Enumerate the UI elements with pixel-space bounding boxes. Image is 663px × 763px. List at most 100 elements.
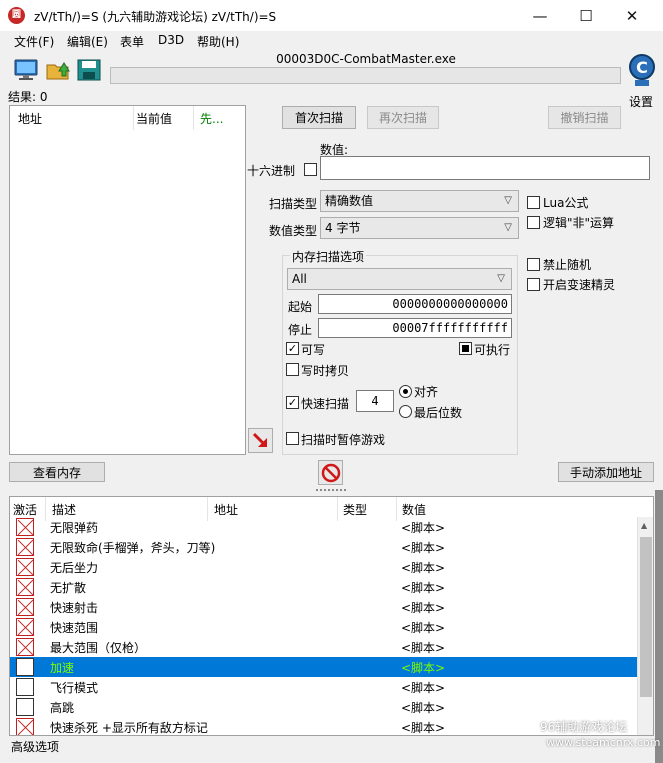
column-active[interactable]: 激活 [13,501,37,518]
first-scan-button[interactable]: 首次扫描 [282,106,356,129]
row-description: 加速 [50,661,75,675]
activate-checkbox[interactable] [16,538,34,556]
table-row[interactable]: 加速 <脚本> [10,657,637,677]
row-value: <脚本> [401,541,446,555]
last-digits-radio[interactable] [399,405,412,418]
stop-address-input[interactable]: 00007fffffffffff [318,318,512,338]
hex-checkbox[interactable] [304,163,317,176]
column-address[interactable]: 地址 [214,501,238,518]
stop-label: 停止 [288,323,313,337]
row-description: 最大范围（仅枪） [50,641,147,655]
maximize-button[interactable]: ☐ [563,0,609,31]
open-folder-icon[interactable] [43,55,73,84]
writable-checkbox[interactable] [286,342,299,355]
speedhack-checkbox[interactable] [527,278,540,291]
next-scan-button[interactable]: 再次扫描 [367,106,439,129]
activate-checkbox[interactable] [16,578,34,596]
vertical-scrollbar[interactable]: ▲ [637,517,653,735]
menu-table[interactable]: 表单 [120,33,144,50]
value-type-value: 4 字节 [325,221,361,235]
table-row[interactable]: 无限弹药 <脚本> [10,517,637,537]
monitor-icon[interactable] [11,55,41,84]
fast-scan-alignment-input[interactable]: 4 [356,390,394,412]
table-row[interactable]: 无扩散 <脚本> [10,577,637,597]
minimize-button[interactable]: — [517,0,563,31]
lua-formula-checkbox[interactable] [527,196,540,209]
app-icon: 圆 [8,7,25,24]
chevron-down-icon: ▽ [497,273,505,284]
column-previous-value[interactable]: 先... [200,110,223,127]
add-address-manually-button[interactable]: 手动添加地址 [558,462,654,482]
fast-scan-label: 快速扫描 [301,397,350,411]
memory-options-title: 内存扫描选项 [290,248,367,265]
table-row[interactable]: 快速射击 <脚本> [10,597,637,617]
pause-game-label: 扫描时暂停游戏 [301,433,386,447]
value-type-select[interactable]: 4 字节 ▽ [320,217,519,239]
row-description: 无后坐力 [50,561,99,575]
start-address-input[interactable]: 0000000000000000 [318,294,512,314]
row-description: 快速射击 [50,601,99,615]
scroll-up-icon[interactable]: ▲ [641,521,647,530]
scrollbar-thumb[interactable] [640,537,652,697]
executable-checkbox[interactable] [459,342,472,355]
advanced-options-link[interactable]: 高级选项 [11,738,59,755]
activate-checkbox[interactable] [16,718,34,735]
copy-on-write-checkbox[interactable] [286,363,299,376]
scan-type-select[interactable]: 精确数值 ▽ [320,190,519,212]
row-value: <脚本> [401,721,446,735]
splitter-handle[interactable] [316,489,346,493]
align-radio[interactable] [399,385,412,398]
results-count: 结果: 0 [8,90,48,104]
fast-scan-checkbox[interactable] [286,396,299,409]
column-description[interactable]: 描述 [52,501,76,518]
undo-scan-button[interactable]: 撤销扫描 [548,106,621,129]
pause-game-checkbox[interactable] [286,432,299,445]
cheat-engine-logo-icon[interactable]: C [627,52,657,88]
activate-checkbox[interactable] [16,698,34,716]
activate-checkbox[interactable] [16,658,34,676]
clear-list-button[interactable] [318,460,343,485]
menu-edit[interactable]: 编辑(E) [67,33,108,50]
column-value[interactable]: 数值 [402,501,426,518]
background-game-strip [655,490,663,763]
column-current-value[interactable]: 当前值 [136,110,172,127]
add-selected-to-list-button[interactable] [248,428,273,453]
forum-watermark: 96辅助游戏论坛 [540,720,628,734]
logic-not-checkbox[interactable] [527,216,540,229]
view-memory-button[interactable]: 查看内存 [9,462,105,482]
column-address[interactable]: 地址 [18,110,42,127]
row-value: <脚本> [401,621,446,635]
activate-checkbox[interactable] [16,598,34,616]
value-input[interactable] [320,156,650,180]
no-random-checkbox[interactable] [527,258,540,271]
close-button[interactable]: ✕ [609,0,655,31]
activate-checkbox[interactable] [16,558,34,576]
activate-checkbox[interactable] [16,618,34,636]
table-row[interactable]: 快速范围 <脚本> [10,617,637,637]
no-random-label: 禁止随机 [543,258,592,272]
row-value: <脚本> [401,561,446,575]
activate-checkbox[interactable] [16,678,34,696]
column-type[interactable]: 类型 [343,501,367,518]
memory-region-select[interactable]: All ▽ [287,268,512,290]
forum-watermark-url: www.steamcnrx.com [546,736,661,749]
row-value: <脚本> [401,601,446,615]
save-disk-icon[interactable] [74,55,104,84]
menu-file[interactable]: 文件(F) [14,33,54,50]
found-addresses-list[interactable]: 地址 当前值 先... [9,105,246,455]
menu-help[interactable]: 帮助(H) [197,33,239,50]
table-row[interactable]: 无限致命(手榴弹，斧头，刀等) <脚本> [10,537,637,557]
table-row[interactable]: 无后坐力 <脚本> [10,557,637,577]
activate-checkbox[interactable] [16,518,34,536]
row-value: <脚本> [401,581,446,595]
column-divider [133,106,134,130]
row-value: <脚本> [401,701,446,715]
table-row[interactable]: 飞行模式 <脚本> [10,677,637,697]
table-row[interactable]: 最大范围（仅枪） <脚本> [10,637,637,657]
table-row[interactable]: 高跳 <脚本> [10,697,637,717]
activate-checkbox[interactable] [16,638,34,656]
settings-label[interactable]: 设置 [629,93,653,110]
menu-d3d[interactable]: D3D [158,33,184,47]
scan-type-value: 精确数值 [325,194,374,208]
cheat-table[interactable]: 激活 描述 地址 类型 数值 无限弹药 <脚本> 无限致命(手榴弹，斧头，刀等) <脚… [9,496,654,736]
